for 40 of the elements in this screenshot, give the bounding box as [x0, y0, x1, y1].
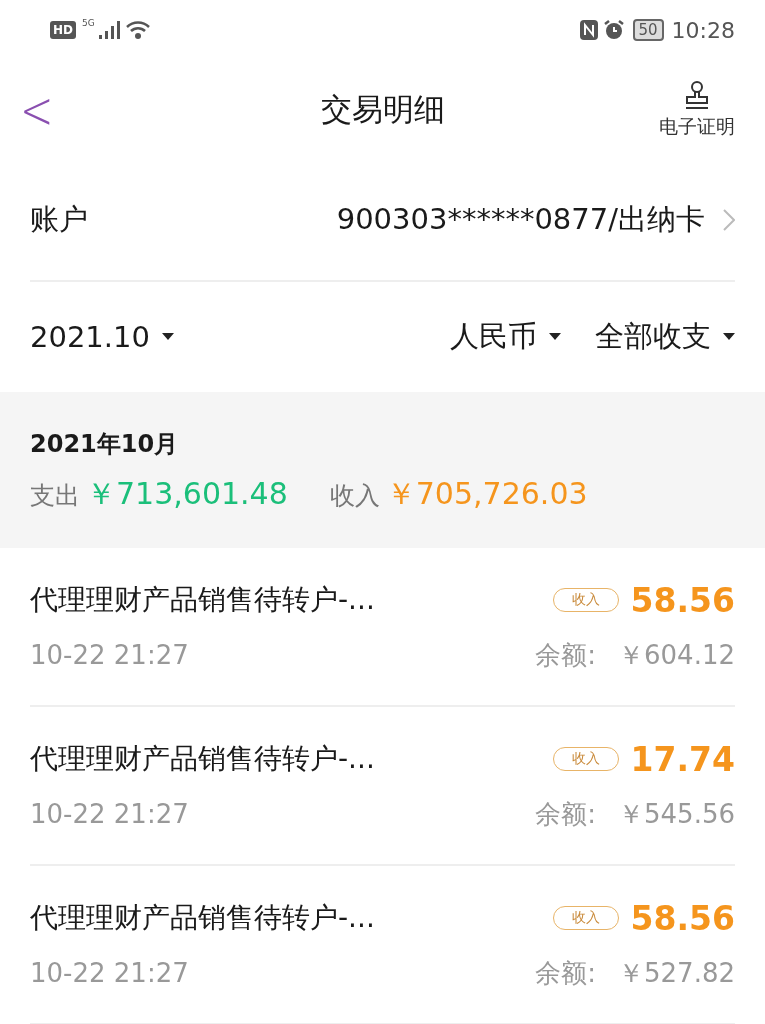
network-label: 5G [82, 18, 95, 28]
filter-dropdown[interactable]: 人民币 [450, 317, 561, 357]
back-button[interactable]: < [20, 80, 60, 140]
chevron-icon [723, 209, 735, 231]
filter-dropdown[interactable]: 全部收支 [595, 317, 735, 357]
clock: 10:28 [671, 17, 735, 43]
hd-icon: HD [50, 21, 76, 39]
certificate-link[interactable]: 电子证明 [659, 114, 735, 140]
filter-dropdown[interactable]: 2021.10 [30, 320, 174, 354]
balance-amount: ￥545.56 [618, 797, 735, 831]
account-number[interactable]: 900303******0877/出纳卡 [336, 200, 705, 240]
alarm-icon [602, 19, 625, 41]
transaction-amount: 17.74 [630, 739, 735, 779]
transaction-amount: 58.56 [630, 580, 735, 620]
nfc-icon [578, 19, 599, 41]
transaction-title[interactable]: 代理理财产品销售待转户-... [30, 581, 375, 619]
caret-icon [723, 333, 735, 341]
wifi-icon [124, 20, 151, 40]
account-label: 账户 [30, 201, 88, 238]
transaction-time: 10-22 21:27 [30, 958, 189, 988]
income-label: 收入 [329, 480, 380, 512]
balance-label: 余额: [535, 797, 596, 831]
transaction-time: 10-22 21:27 [30, 799, 189, 829]
expense-amount: ￥713,601.48 [86, 475, 288, 513]
balance-amount: ￥527.82 [618, 956, 735, 990]
balance-label: 余额: [535, 638, 596, 672]
transaction-title[interactable]: 代理理财产品销售待转户-... [30, 899, 375, 937]
caret-icon [549, 333, 561, 341]
balance-amount: ￥604.12 [618, 638, 735, 672]
page-title: 交易明细 [320, 91, 445, 127]
income-amount: ￥705,726.03 [385, 475, 588, 513]
signal-icon [98, 21, 121, 39]
balance-label: 余额: [535, 956, 596, 990]
expense-label: 支出 [30, 480, 80, 512]
battery-icon: 50 [632, 19, 664, 41]
transaction-time: 10-22 21:27 [30, 640, 189, 670]
transaction-amount: 58.56 [630, 898, 735, 938]
month-heading: 2021年10月 [30, 429, 180, 460]
transaction-title[interactable]: 代理理财产品销售待转户-... [30, 740, 375, 778]
caret-icon [161, 333, 174, 341]
